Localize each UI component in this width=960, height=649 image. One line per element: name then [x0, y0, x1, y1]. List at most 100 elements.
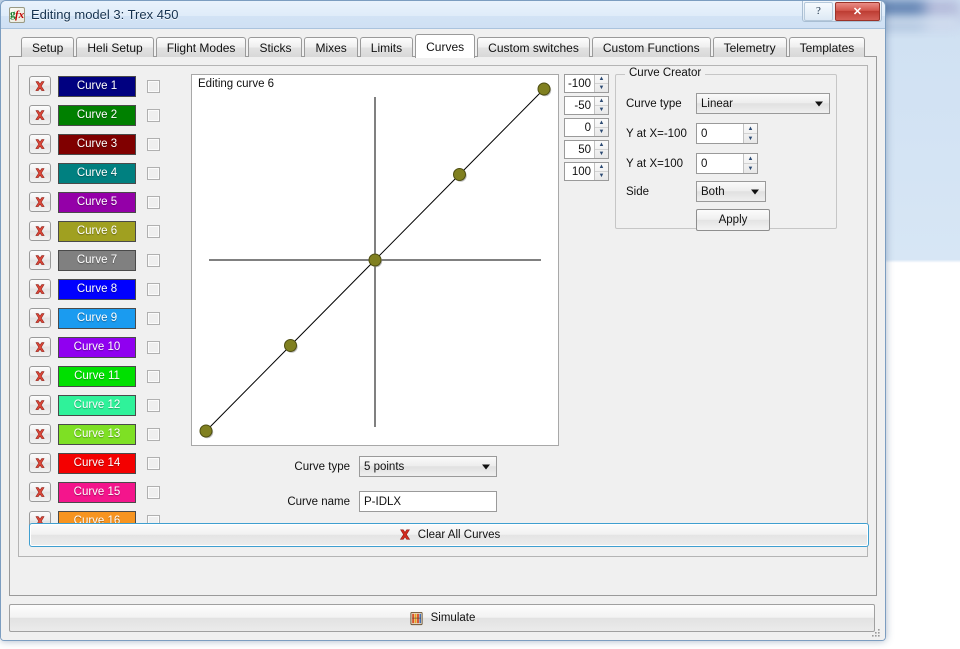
curve-button-1[interactable]: Curve 1: [58, 75, 136, 97]
simulate-button[interactable]: Simulate: [9, 604, 875, 632]
tab-heli-setup[interactable]: Heli Setup: [76, 37, 154, 57]
point-spinner-5[interactable]: 100 ▲ ▼: [564, 162, 609, 181]
point-spinner-stepper-2[interactable]: ▲ ▼: [594, 97, 608, 114]
help-button[interactable]: ?: [804, 1, 833, 21]
delete-curve-button-1[interactable]: [29, 76, 51, 96]
creator-y-minus100-input[interactable]: 0 ▲ ▼: [696, 123, 758, 144]
delete-curve-button-10[interactable]: [29, 337, 51, 357]
curve-point-5[interactable]: [537, 82, 551, 96]
curve-checkbox-12[interactable]: [147, 398, 160, 412]
curve-point-4[interactable]: [453, 168, 466, 181]
curve-checkbox-9[interactable]: [147, 311, 160, 325]
clear-all-curves-button[interactable]: Clear All Curves: [29, 523, 869, 547]
curve-point-2[interactable]: [284, 339, 297, 352]
stepper-up-icon[interactable]: ▲: [744, 154, 757, 164]
curve-button-6[interactable]: Curve 6: [58, 220, 136, 242]
curve-chart[interactable]: Editing curve 6: [191, 74, 559, 446]
curve-checkbox-3[interactable]: [147, 137, 160, 151]
delete-curve-button-4[interactable]: [29, 163, 51, 183]
curve-point-3[interactable]: [368, 253, 382, 267]
curve-button-5[interactable]: Curve 5: [58, 191, 136, 213]
curve-checkbox-5[interactable]: [147, 195, 160, 209]
curve-checkbox-2[interactable]: [147, 108, 160, 122]
curve-checkbox-4[interactable]: [147, 166, 160, 180]
curve-checkbox-10[interactable]: [147, 340, 160, 354]
creator-y-plus100-stepper[interactable]: ▲ ▼: [743, 154, 757, 173]
curve-button-11[interactable]: Curve 11: [58, 365, 136, 387]
tab-sticks[interactable]: Sticks: [248, 37, 303, 57]
curve-point-1[interactable]: [199, 424, 213, 438]
curve-button-12[interactable]: Curve 12: [58, 394, 136, 416]
stepper-down-icon[interactable]: ▼: [744, 164, 757, 173]
curve-checkbox-13[interactable]: [147, 427, 160, 441]
stepper-down-icon[interactable]: ▼: [595, 84, 608, 92]
creator-y-minus100-stepper[interactable]: ▲ ▼: [743, 124, 757, 143]
stepper-up-icon[interactable]: ▲: [595, 119, 608, 128]
chart-plot[interactable]: [192, 75, 558, 445]
curve-name-input[interactable]: P-IDLX: [359, 491, 497, 512]
delete-curve-button-11[interactable]: [29, 366, 51, 386]
tab-telemetry[interactable]: Telemetry: [712, 37, 787, 57]
title-bar[interactable]: g fx Editing model 3: Trex 450 ? ✕: [1, 1, 885, 29]
point-spinner-4[interactable]: 50 ▲ ▼: [564, 140, 609, 159]
curve-checkbox-7[interactable]: [147, 253, 160, 267]
delete-curve-button-13[interactable]: [29, 424, 51, 444]
tab-setup[interactable]: Setup: [21, 37, 75, 57]
curve-button-14[interactable]: Curve 14: [58, 452, 136, 474]
tab-flight-modes[interactable]: Flight Modes: [155, 37, 247, 57]
stepper-up-icon[interactable]: ▲: [595, 141, 608, 150]
curve-checkbox-15[interactable]: [147, 485, 160, 499]
creator-side-select[interactable]: Both: [696, 181, 766, 202]
curve-button-4[interactable]: Curve 4: [58, 162, 136, 184]
curve-button-3[interactable]: Curve 3: [58, 133, 136, 155]
point-spinner-stepper-5[interactable]: ▲ ▼: [594, 163, 608, 180]
curve-button-7[interactable]: Curve 7: [58, 249, 136, 271]
tab-limits[interactable]: Limits: [359, 37, 414, 57]
curve-button-13[interactable]: Curve 13: [58, 423, 136, 445]
creator-y-plus100-input[interactable]: 0 ▲ ▼: [696, 153, 758, 174]
stepper-down-icon[interactable]: ▼: [595, 128, 608, 136]
stepper-down-icon[interactable]: ▼: [595, 106, 608, 114]
curve-checkbox-8[interactable]: [147, 282, 160, 296]
curve-checkbox-6[interactable]: [147, 224, 160, 238]
curve-button-15[interactable]: Curve 15: [58, 481, 136, 503]
point-spinner-1[interactable]: -100 ▲ ▼: [564, 74, 609, 93]
stepper-down-icon[interactable]: ▼: [595, 150, 608, 158]
stepper-down-icon[interactable]: ▼: [595, 172, 608, 180]
delete-curve-button-15[interactable]: [29, 482, 51, 502]
apply-button[interactable]: Apply: [696, 209, 770, 231]
stepper-up-icon[interactable]: ▲: [744, 124, 757, 134]
stepper-up-icon[interactable]: ▲: [595, 97, 608, 106]
delete-curve-button-5[interactable]: [29, 192, 51, 212]
curve-button-8[interactable]: Curve 8: [58, 278, 136, 300]
delete-curve-button-3[interactable]: [29, 134, 51, 154]
tab-curves[interactable]: Curves: [415, 34, 476, 58]
delete-curve-button-2[interactable]: [29, 105, 51, 125]
delete-curve-button-8[interactable]: [29, 279, 51, 299]
delete-curve-button-7[interactable]: [29, 250, 51, 270]
delete-curve-button-14[interactable]: [29, 453, 51, 473]
point-spinner-3[interactable]: 0 ▲ ▼: [564, 118, 609, 137]
curve-button-10[interactable]: Curve 10: [58, 336, 136, 358]
curve-checkbox-11[interactable]: [147, 369, 160, 383]
close-button[interactable]: ✕: [835, 1, 880, 21]
curve-button-9[interactable]: Curve 9: [58, 307, 136, 329]
delete-curve-button-12[interactable]: [29, 395, 51, 415]
tab-custom-functions[interactable]: Custom Functions: [591, 37, 711, 57]
curve-type-select[interactable]: 5 points: [359, 456, 497, 477]
curve-checkbox-14[interactable]: [147, 456, 160, 470]
resize-grip-icon[interactable]: [870, 627, 882, 639]
stepper-up-icon[interactable]: ▲: [595, 163, 608, 172]
tab-custom-switches[interactable]: Custom switches: [477, 37, 590, 57]
stepper-up-icon[interactable]: ▲: [595, 75, 608, 84]
delete-curve-button-6[interactable]: [29, 221, 51, 241]
tab-mixes[interactable]: Mixes: [304, 37, 358, 57]
point-spinner-2[interactable]: -50 ▲ ▼: [564, 96, 609, 115]
point-spinner-stepper-3[interactable]: ▲ ▼: [594, 119, 608, 136]
curve-checkbox-1[interactable]: [147, 79, 160, 93]
tab-templates[interactable]: Templates: [788, 37, 866, 57]
delete-curve-button-9[interactable]: [29, 308, 51, 328]
curve-button-2[interactable]: Curve 2: [58, 104, 136, 126]
creator-curve-type-select[interactable]: Linear: [696, 93, 830, 114]
stepper-down-icon[interactable]: ▼: [744, 134, 757, 143]
